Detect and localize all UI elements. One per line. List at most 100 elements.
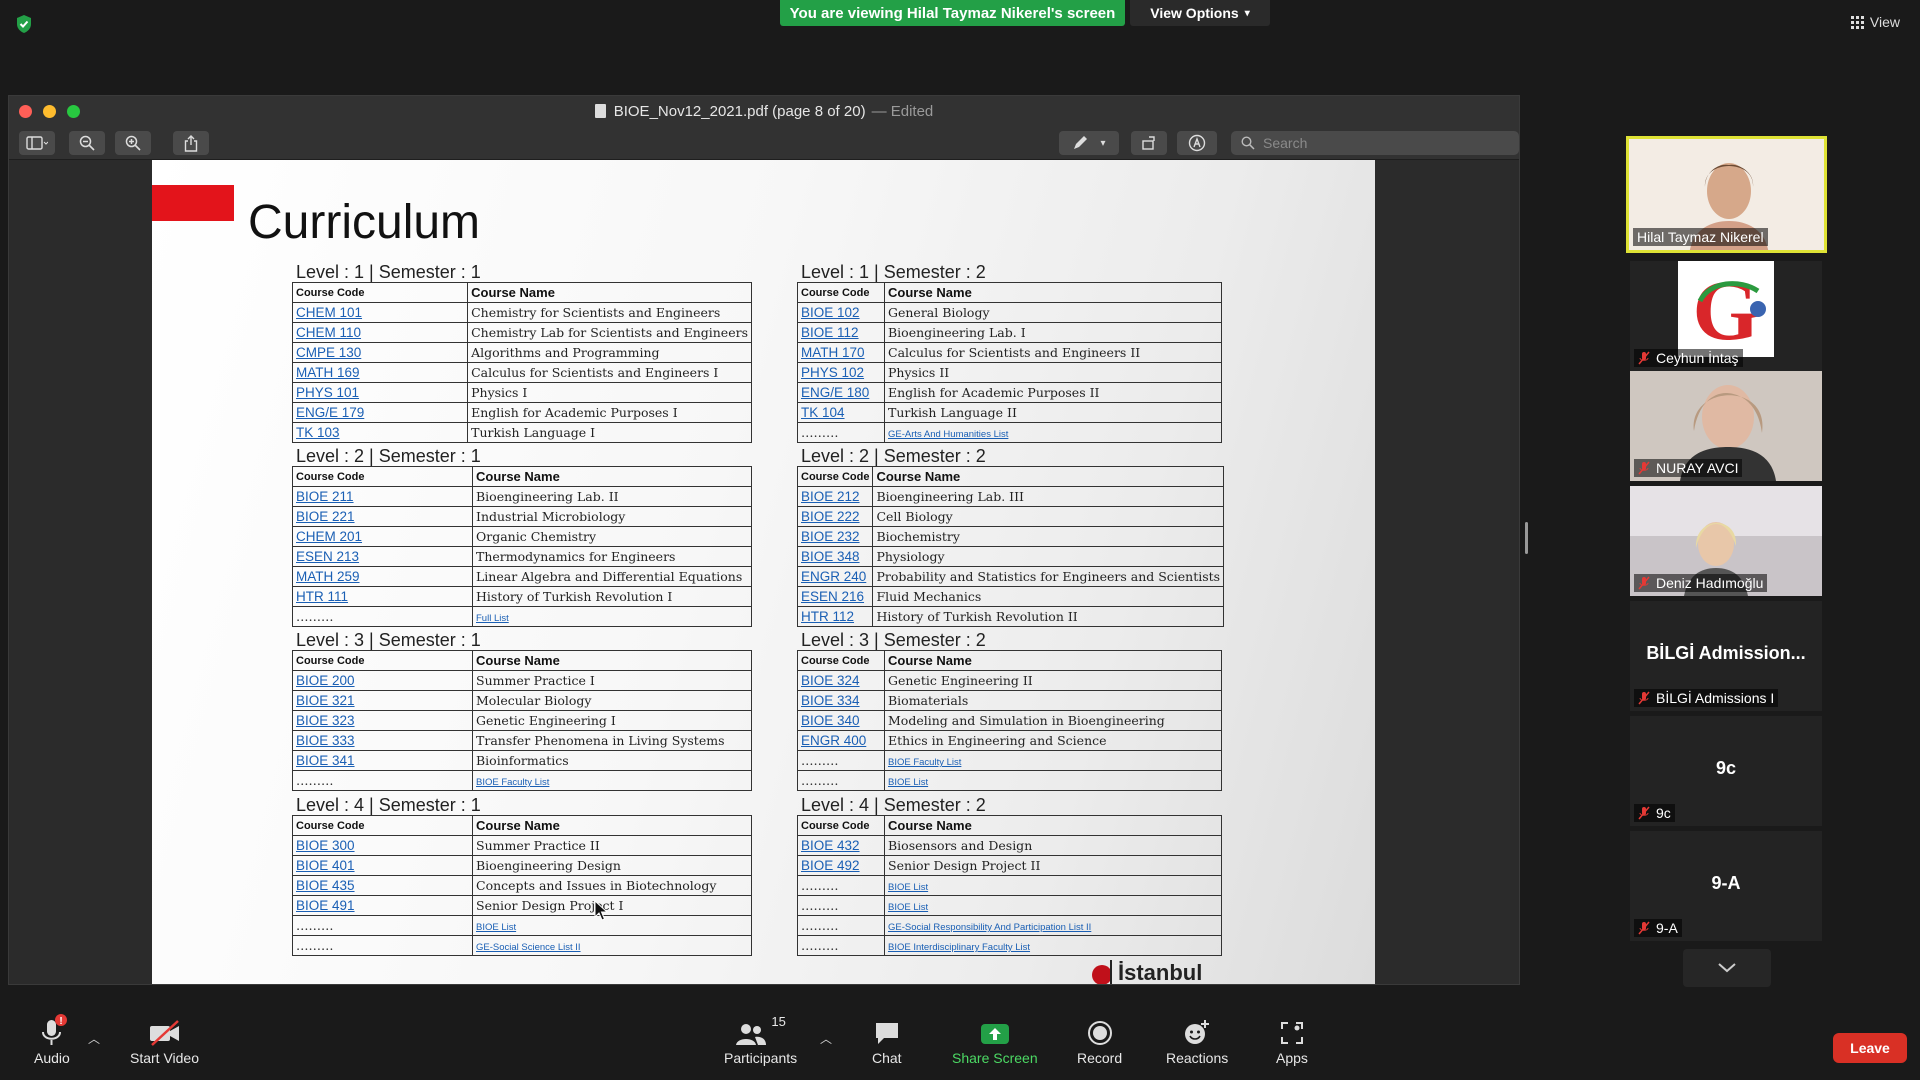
course-code-link[interactable]: MATH 259 [296,569,360,584]
course-name-cell: Thermodynamics for Engineers [472,546,752,567]
course-code-link[interactable]: MATH 169 [296,365,360,380]
course-code-link[interactable]: BIOE 321 [296,693,355,708]
course-code-cell: MATH 170 [797,342,885,363]
elective-list-link[interactable]: GE-Social Responsibility And Participati… [888,922,1091,933]
share-document-button[interactable] [173,131,209,155]
zoom-out-button[interactable] [69,131,105,155]
apps-button[interactable]: Apps [1276,1012,1308,1066]
course-code-link[interactable]: PHYS 102 [801,365,864,380]
elective-list-link[interactable]: BIOE List [888,882,928,893]
course-code-link[interactable]: BIOE 324 [801,673,860,688]
course-code-link[interactable]: BIOE 333 [296,733,355,748]
course-code-link[interactable]: PHYS 101 [296,385,359,400]
course-code-link[interactable]: TK 104 [801,405,845,420]
panel-resize-handle[interactable] [1525,522,1528,554]
course-code-link[interactable]: MATH 170 [801,345,865,360]
course-code-link[interactable]: CHEM 201 [296,529,362,544]
elective-list-link[interactable]: GE-Social Science List II [476,942,581,953]
course-code-link[interactable]: TK 103 [296,425,340,440]
course-name-cell: Cell Biology [872,506,1225,527]
course-code-link[interactable]: HTR 111 [296,589,348,604]
course-code-link[interactable]: ESEN 216 [801,589,864,604]
course-code-link[interactable]: BIOE 348 [801,549,860,564]
course-code-link[interactable]: BIOE 112 [801,325,859,340]
course-code-link[interactable]: BIOE 232 [801,529,860,544]
view-button[interactable]: View [1850,14,1900,30]
participant-tile[interactable]: Deniz Hadımoğlu [1630,486,1822,596]
participant-tile[interactable]: NURAY AVCI [1630,371,1822,481]
participant-tile[interactable]: 9-A 9-A [1630,831,1822,941]
annotate-button[interactable] [1177,131,1217,155]
elective-list-link[interactable]: BIOE List [476,922,516,933]
course-code-link[interactable]: BIOE 491 [296,898,355,913]
course-name-cell: Molecular Biology [472,690,752,711]
zoom-in-button[interactable] [115,131,151,155]
leave-button[interactable]: Leave [1833,1033,1907,1063]
participant-name: 9-A [1656,920,1678,936]
course-code-link[interactable]: BIOE 334 [801,693,860,708]
chat-button[interactable]: Chat [872,1012,902,1066]
reactions-button[interactable]: Reactions [1166,1012,1228,1066]
course-code-link[interactable]: BIOE 341 [296,753,355,768]
course-code-link[interactable]: BIOE 435 [296,878,355,893]
participant-tile[interactable]: G Ceyhun İntaş [1630,261,1822,371]
zoom-window-button[interactable] [67,105,80,118]
gallery-scroll-down-button[interactable] [1683,949,1771,987]
elective-list-link[interactable]: Full List [476,613,509,624]
course-code-link[interactable]: BIOE 211 [296,489,354,504]
course-code-link[interactable]: CMPE 130 [296,345,361,360]
participant-tile[interactable]: 9c 9c [1630,716,1822,826]
course-code-link[interactable]: BIOE 222 [801,509,860,524]
course-row: BIOE 222 Cell Biology [796,506,1225,527]
elective-list-link[interactable]: GE-Arts And Humanities List [888,429,1008,440]
document-viewport[interactable]: Curriculum Level : 1 | Semester : 1 Cours… [9,160,1519,984]
course-code-link[interactable]: ENGR 400 [801,733,866,748]
rotate-button[interactable] [1131,131,1167,155]
audio-options-caret[interactable]: ︿ [88,1030,100,1047]
search-input[interactable]: Search [1231,131,1519,155]
course-code-link[interactable]: ENGR 240 [801,569,866,584]
course-code-link[interactable]: BIOE 323 [296,713,355,728]
course-code-link[interactable]: HTR 112 [801,609,854,624]
elective-list-link[interactable]: BIOE Interdisciplinary Faculty List [888,942,1030,953]
participants-options-caret[interactable]: ︿ [820,1030,832,1047]
start-video-button[interactable]: Start Video [130,1012,199,1066]
course-code-link[interactable]: BIOE 221 [296,509,355,524]
elective-list-link[interactable]: BIOE List [888,902,928,913]
elective-list-link[interactable]: BIOE Faculty List [476,777,549,788]
view-options-button[interactable]: View Options ▾ [1130,0,1270,26]
course-code-link[interactable]: BIOE 340 [801,713,860,728]
record-button[interactable]: Record [1077,1012,1122,1066]
chevron-down-icon: ▾ [1244,7,1250,19]
participant-tile[interactable]: BİLGİ Admission... BİLGİ Admissions I [1630,601,1822,711]
close-window-button[interactable] [19,105,32,118]
course-code-link[interactable]: ENG/E 179 [296,405,364,420]
markup-button[interactable]: ▾ [1059,131,1119,155]
participant-name: Deniz Hadımoğlu [1656,575,1764,591]
course-code-link[interactable]: BIOE 401 [296,858,355,873]
course-code-link[interactable]: BIOE 432 [801,838,860,853]
course-code-link[interactable]: ESEN 213 [296,549,359,564]
shield-icon[interactable] [14,14,34,34]
elective-list-link[interactable]: BIOE Faculty List [888,757,961,768]
course-code-link[interactable]: BIOE 492 [801,858,860,873]
share-screen-button[interactable]: Share Screen [952,1012,1038,1066]
course-code-link[interactable]: BIOE 200 [296,673,355,688]
course-row: BIOE 348 Physiology [796,546,1225,567]
course-code-link[interactable]: ENG/E 180 [801,385,869,400]
sidebar-toggle-button[interactable] [19,131,55,155]
course-code-cell: BIOE 340 [797,710,885,731]
audio-button[interactable]: ! Audio [34,1012,70,1066]
elective-list-link[interactable]: BIOE List [888,777,928,788]
course-name: Ethics in Engineering and Science [888,733,1107,748]
minimize-window-button[interactable] [43,105,56,118]
course-code-link[interactable]: BIOE 300 [296,838,355,853]
participant-tile-active-speaker[interactable]: Hilal Taymaz Nikerel [1626,136,1827,253]
participants-button[interactable]: 15 Participants [724,1012,797,1066]
course-code-link[interactable]: CHEM 110 [296,325,361,340]
participants-label: Participants [724,1050,798,1066]
course-code-link[interactable]: CHEM 101 [296,305,362,320]
share-screen-icon [980,1024,1009,1044]
course-code-link[interactable]: BIOE 212 [801,489,860,504]
course-code-link[interactable]: BIOE 102 [801,305,860,320]
